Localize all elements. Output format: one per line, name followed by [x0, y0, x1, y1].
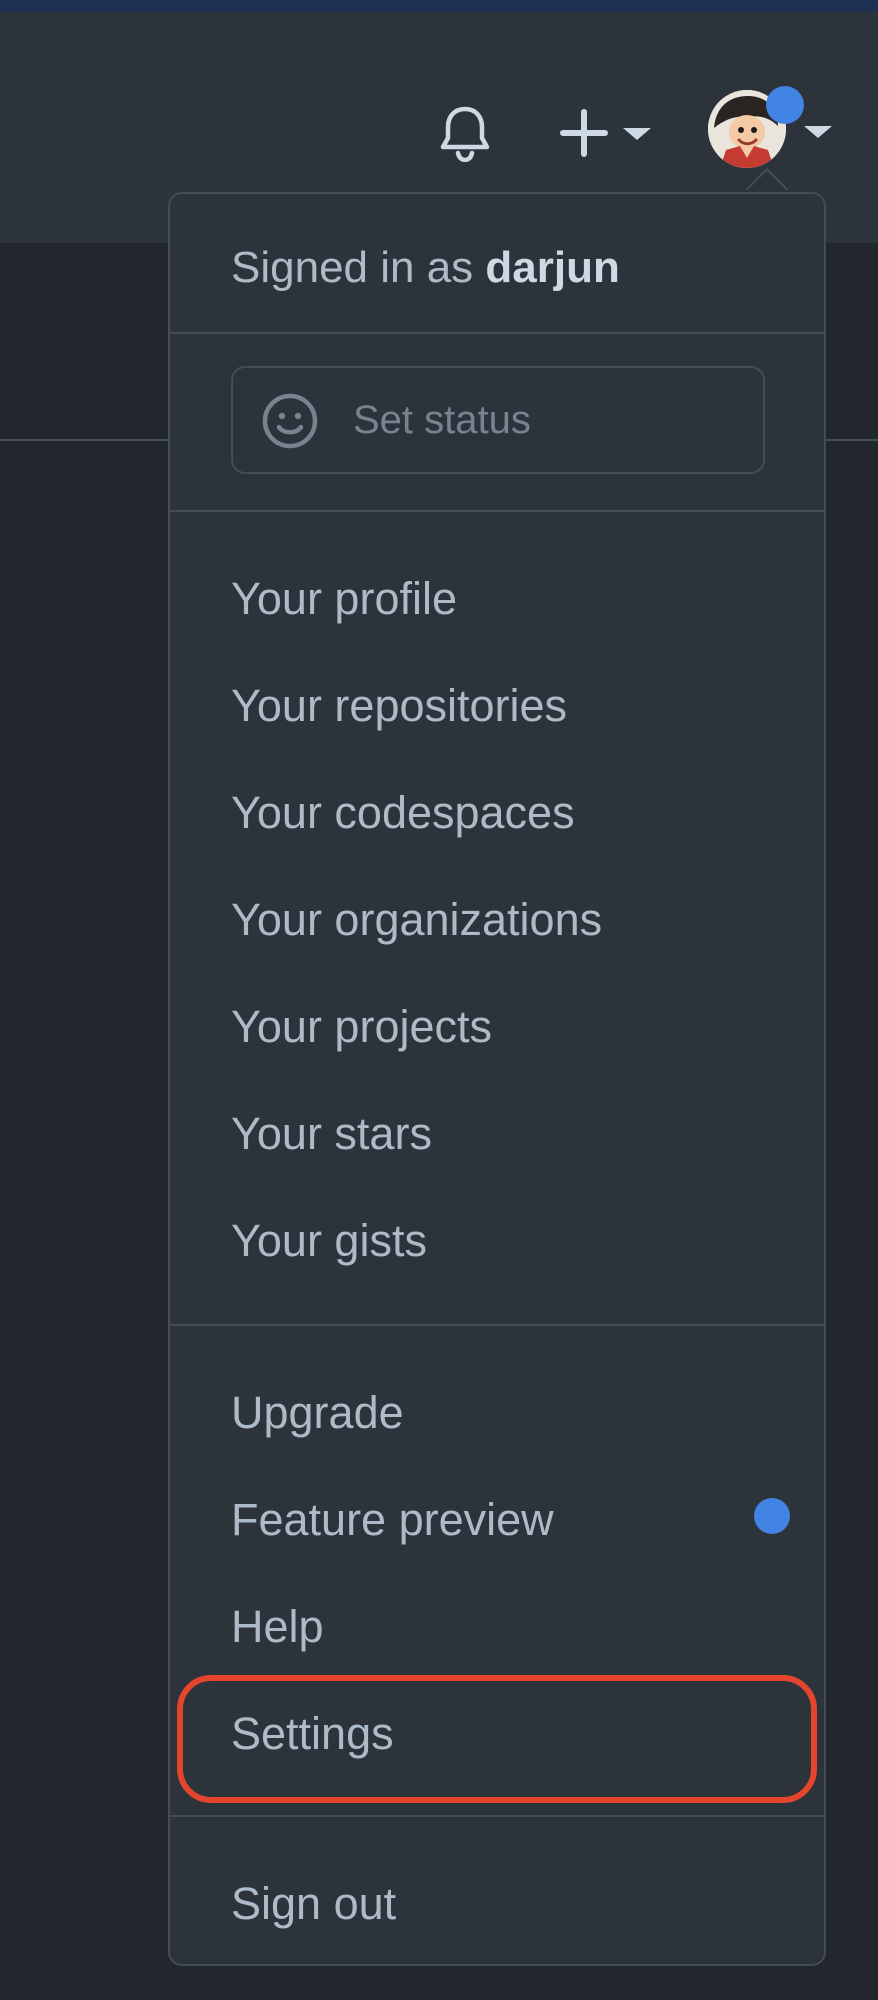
notifications-button[interactable]	[435, 100, 495, 166]
set-status-label: Set status	[353, 398, 531, 442]
create-new-button[interactable]	[555, 100, 665, 166]
plus-icon	[560, 109, 608, 157]
menu-item-help[interactable]: Help	[231, 1596, 324, 1658]
menu-item-your-codespaces[interactable]: Your codespaces	[231, 782, 575, 844]
notification-dot	[766, 86, 804, 124]
feature-preview-dot	[754, 1498, 790, 1534]
menu-divider	[170, 332, 824, 334]
chevron-down-icon	[804, 126, 832, 138]
menu-item-your-gists[interactable]: Your gists	[231, 1210, 427, 1272]
chevron-down-icon	[623, 128, 651, 140]
menu-divider	[170, 1324, 824, 1326]
smiley-icon	[262, 393, 318, 449]
menu-item-upgrade[interactable]: Upgrade	[231, 1382, 404, 1444]
menu-item-sign-out[interactable]: Sign out	[231, 1873, 396, 1935]
signed-in-username: darjun	[485, 243, 620, 292]
signed-in-label: Signed in as darjun	[231, 238, 620, 298]
set-status-button[interactable]: Set status	[231, 366, 765, 474]
menu-item-your-organizations[interactable]: Your organizations	[231, 889, 602, 951]
top-strip	[0, 0, 878, 12]
menu-item-your-profile[interactable]: Your profile	[231, 568, 457, 630]
menu-divider	[170, 1815, 824, 1817]
signed-in-prefix: Signed in as	[231, 243, 474, 292]
menu-divider	[170, 510, 824, 512]
settings-highlight	[177, 1675, 817, 1803]
bell-icon	[440, 106, 490, 162]
menu-item-your-stars[interactable]: Your stars	[231, 1103, 432, 1165]
menu-item-your-repositories[interactable]: Your repositories	[231, 675, 567, 737]
user-dropdown-menu: Signed in as darjun Set status Your prof…	[168, 192, 826, 1966]
user-menu-button[interactable]	[708, 86, 834, 176]
menu-item-your-projects[interactable]: Your projects	[231, 996, 492, 1058]
menu-item-feature-preview[interactable]: Feature preview	[231, 1489, 554, 1551]
